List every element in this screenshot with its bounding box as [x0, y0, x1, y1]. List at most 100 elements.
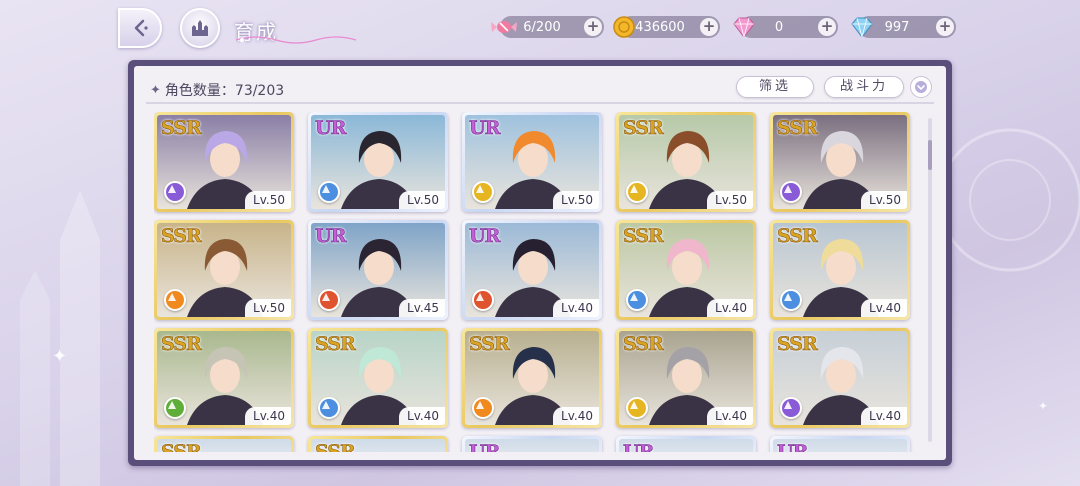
red-element-icon — [472, 289, 494, 311]
add-pink-gem-button[interactable]: + — [818, 18, 836, 36]
level-label: Lv.40 — [553, 299, 599, 317]
character-card[interactable]: SSR — [154, 436, 294, 452]
purple-element-icon — [780, 181, 802, 203]
sort-power-button[interactable]: 战斗力 — [824, 76, 904, 98]
character-portrait: SSR — [157, 439, 291, 452]
title-flourish — [236, 36, 356, 44]
yellow-element-icon — [472, 181, 494, 203]
character-portrait: SSR Lv.40 — [619, 331, 753, 425]
character-portrait: SSR Lv.50 — [773, 115, 907, 209]
character-card[interactable]: UR Lv.40 — [462, 220, 602, 320]
rarity-badge: SSR — [161, 225, 202, 248]
character-count: ✦ 角色数量：73/203 — [150, 80, 284, 100]
orange-element-icon — [164, 289, 186, 311]
home-button[interactable] — [180, 8, 220, 48]
yellow-element-icon — [626, 397, 648, 419]
rarity-badge: UR — [315, 225, 347, 248]
character-portrait: UR — [773, 439, 907, 452]
rarity-badge: UR — [777, 441, 809, 452]
header-divider — [146, 102, 934, 104]
rarity-badge: SSR — [315, 441, 356, 452]
character-count-text: 角色数量：73/203 — [164, 83, 285, 99]
sparkle-icon: ✦ — [150, 82, 161, 98]
character-card[interactable]: SSR Lv.40 — [770, 220, 910, 320]
rarity-badge: SSR — [777, 225, 818, 248]
back-button[interactable] — [118, 8, 162, 48]
character-portrait: SSR Lv.40 — [465, 331, 599, 425]
character-portrait: SSR Lv.40 — [619, 223, 753, 317]
character-card[interactable]: SSR — [308, 436, 448, 452]
character-card[interactable]: SSR Lv.40 — [462, 328, 602, 428]
level-label: Lv.50 — [245, 191, 291, 209]
pink-diamond-icon — [733, 17, 755, 39]
blue-element-icon — [780, 289, 802, 311]
rarity-badge: SSR — [623, 117, 664, 140]
level-label: Lv.40 — [707, 407, 753, 425]
character-card[interactable]: UR Lv.50 — [308, 112, 448, 212]
level-label: Lv.40 — [861, 407, 907, 425]
character-card[interactable]: UR Lv.50 — [462, 112, 602, 212]
level-label: Lv.50 — [707, 191, 753, 209]
character-card[interactable]: UR — [462, 436, 602, 452]
character-card[interactable]: UR — [770, 436, 910, 452]
scrollbar[interactable] — [928, 118, 932, 442]
level-label: Lv.40 — [245, 407, 291, 425]
character-portrait: SSR Lv.50 — [157, 115, 291, 209]
rarity-badge: UR — [469, 441, 501, 452]
rarity-badge: SSR — [161, 333, 202, 356]
chevron-down-icon — [915, 81, 927, 93]
castle-icon — [192, 20, 208, 36]
character-card[interactable]: SSR Lv.40 — [616, 328, 756, 428]
add-gold-button[interactable]: + — [700, 18, 718, 36]
scrollbar-thumb[interactable] — [928, 140, 932, 170]
rarity-badge: SSR — [623, 333, 664, 356]
character-card[interactable]: UR — [616, 436, 756, 452]
character-portrait: SSR Lv.40 — [157, 331, 291, 425]
level-label: Lv.45 — [399, 299, 445, 317]
level-label: Lv.40 — [861, 299, 907, 317]
character-card[interactable]: UR Lv.45 — [308, 220, 448, 320]
character-card[interactable]: SSR Lv.50 — [616, 112, 756, 212]
filter-button[interactable]: 筛选 — [736, 76, 814, 98]
level-label: Lv.50 — [399, 191, 445, 209]
character-portrait: SSR Lv.40 — [773, 223, 907, 317]
character-card[interactable]: SSR Lv.40 — [308, 328, 448, 428]
add-stamina-button[interactable]: + — [584, 18, 602, 36]
rarity-badge: UR — [469, 225, 501, 248]
character-portrait: UR — [465, 439, 599, 452]
character-card[interactable]: SSR Lv.40 — [770, 328, 910, 428]
rarity-badge: SSR — [777, 333, 818, 356]
blue-element-icon — [318, 181, 340, 203]
character-portrait: UR Lv.50 — [311, 115, 445, 209]
character-portrait: SSR Lv.40 — [773, 331, 907, 425]
rarity-badge: SSR — [777, 117, 818, 140]
rarity-badge: UR — [623, 441, 655, 452]
rarity-badge: SSR — [161, 441, 202, 452]
sort-order-toggle[interactable] — [910, 76, 932, 98]
svg-text:✦: ✦ — [1038, 399, 1048, 413]
character-portrait: SSR Lv.40 — [311, 331, 445, 425]
purple-element-icon — [164, 181, 186, 203]
rarity-badge: SSR — [623, 225, 664, 248]
top-bar: 育成 6/200 + 436600 + 0 + 997 + — [0, 0, 1080, 56]
purple-element-icon — [780, 397, 802, 419]
character-card[interactable]: SSR Lv.40 — [616, 220, 756, 320]
blue-diamond-icon — [851, 17, 873, 39]
add-blue-gem-button[interactable]: + — [936, 18, 954, 36]
blue-element-icon — [318, 397, 340, 419]
svg-text:✦: ✦ — [52, 346, 67, 367]
rarity-badge: SSR — [315, 333, 356, 356]
character-portrait: UR Lv.40 — [465, 223, 599, 317]
character-card[interactable]: SSR Lv.50 — [154, 112, 294, 212]
character-card[interactable]: SSR Lv.40 — [154, 328, 294, 428]
rarity-badge: SSR — [469, 333, 510, 356]
level-label: Lv.50 — [245, 299, 291, 317]
character-portrait: UR Lv.50 — [465, 115, 599, 209]
character-portrait: SSR Lv.50 — [157, 223, 291, 317]
yellow-element-icon — [626, 181, 648, 203]
candy-icon — [491, 21, 517, 33]
character-card[interactable]: SSR Lv.50 — [154, 220, 294, 320]
rarity-badge: UR — [469, 117, 501, 140]
level-label: Lv.40 — [707, 299, 753, 317]
character-card[interactable]: SSR Lv.50 — [770, 112, 910, 212]
